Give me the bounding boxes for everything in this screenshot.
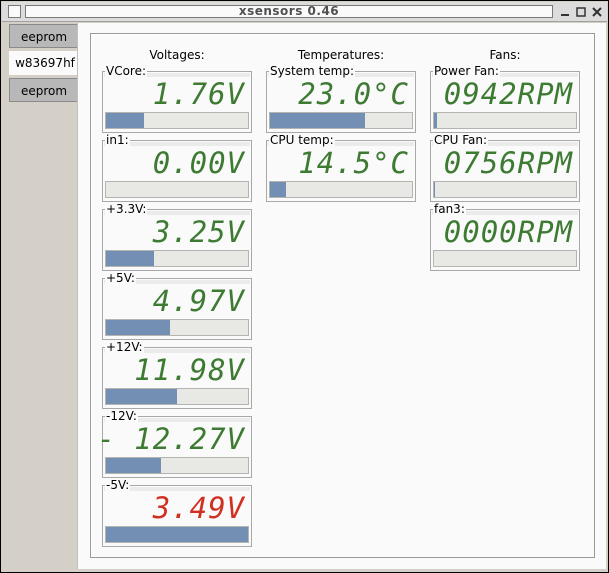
voltage-sensor: +3.3V: 3.25V bbox=[102, 202, 252, 271]
sensor-level-bar bbox=[269, 112, 413, 129]
sensor-lcd-readout: 4.97V bbox=[152, 284, 245, 318]
sensor-label: CPU temp: bbox=[269, 133, 335, 147]
sensor-lcd-readout: 0942RPM bbox=[443, 77, 573, 111]
sensor-label: Power Fan: bbox=[433, 64, 500, 78]
fan-sensor: Power Fan: 0942RPM bbox=[430, 64, 580, 133]
fans-header: Fans: bbox=[489, 48, 521, 62]
sensor-level-bar bbox=[433, 112, 577, 129]
xsensors-window: xsensors 0.46 eeprom w83697hf eeprom Vol… bbox=[0, 0, 609, 573]
voltage-sensor: -5V: 3.49V bbox=[102, 478, 252, 547]
sensor-level-fill bbox=[106, 251, 155, 266]
sensor-lcd-readout: 23.0°C bbox=[298, 77, 409, 111]
sensor-level-fill bbox=[270, 113, 366, 128]
sensor-lcd-readout: 0.00V bbox=[152, 146, 245, 180]
sensor-label: +3.3V: bbox=[105, 202, 148, 216]
close-icon bbox=[592, 7, 602, 17]
title-bar[interactable]: xsensors 0.46 bbox=[2, 2, 607, 22]
sensor-level-bar bbox=[105, 319, 249, 336]
tab-eeprom-2[interactable]: eeprom bbox=[9, 78, 79, 102]
window-menu-button[interactable] bbox=[8, 5, 21, 18]
sensor-level-fill bbox=[106, 320, 170, 335]
sensor-level-fill bbox=[106, 113, 145, 128]
sensor-level-bar bbox=[433, 181, 577, 198]
sensor-level-bar bbox=[433, 250, 577, 267]
sensor-lcd-readout: 3.25V bbox=[152, 215, 245, 249]
maximize-icon bbox=[576, 7, 586, 17]
sensor-panel: Voltages: Temperatures: Fans: VCore: 1.76… bbox=[77, 23, 606, 569]
tab-eeprom-1[interactable]: eeprom bbox=[9, 24, 79, 48]
voltage-sensor: +5V: 4.97V bbox=[102, 271, 252, 340]
sensor-frame: Voltages: Temperatures: Fans: VCore: 1.76… bbox=[90, 33, 595, 558]
sensor-lcd-readout: - 12.27V bbox=[97, 422, 245, 456]
sensor-lcd-readout: 1.76V bbox=[152, 77, 245, 111]
voltage-sensor: +12V: 11.98V bbox=[102, 340, 252, 409]
sensor-level-fill bbox=[106, 527, 248, 542]
sensor-label: +12V: bbox=[105, 340, 144, 354]
chip-tabs: eeprom w83697hf eeprom bbox=[5, 23, 81, 568]
close-button[interactable] bbox=[590, 4, 604, 19]
window-title: xsensors 0.46 bbox=[25, 5, 553, 18]
sensor-level-fill bbox=[434, 182, 436, 197]
voltage-sensor: -12V: - 12.27V bbox=[97, 409, 252, 478]
sensor-label: System temp: bbox=[269, 64, 355, 78]
sensor-label: -5V: bbox=[105, 478, 131, 492]
tab-w83697hf[interactable]: w83697hf bbox=[9, 51, 81, 75]
maximize-button[interactable] bbox=[574, 4, 588, 19]
sensor-level-bar bbox=[105, 457, 249, 474]
fan-sensor: fan3: 0000RPM bbox=[430, 202, 580, 271]
voltage-sensor: VCore: 1.76V bbox=[102, 64, 252, 133]
minimize-button[interactable] bbox=[558, 4, 572, 19]
sensor-lcd-readout: 11.98V bbox=[134, 353, 245, 387]
temperature-sensor: CPU temp: 14.5°C bbox=[266, 133, 416, 202]
sensor-label: in1: bbox=[105, 133, 130, 147]
sensor-level-bar bbox=[105, 388, 249, 405]
sensor-label: +5V: bbox=[105, 271, 136, 285]
sensor-label: VCore: bbox=[105, 64, 148, 78]
voltage-sensor: in1: 0.00V bbox=[102, 133, 252, 202]
sensor-level-fill bbox=[106, 389, 177, 404]
sensor-lcd-readout: 14.5°C bbox=[298, 146, 409, 180]
sensor-label: fan3: bbox=[433, 202, 466, 216]
sensor-level-bar bbox=[105, 112, 249, 129]
sensor-lcd-readout: 3.49V bbox=[152, 491, 245, 525]
sensor-level-bar bbox=[269, 181, 413, 198]
minimize-icon bbox=[561, 14, 569, 16]
sensor-level-fill bbox=[106, 458, 162, 473]
sensor-lcd-readout: 0756RPM bbox=[443, 146, 573, 180]
sensor-lcd-readout: 0000RPM bbox=[443, 215, 573, 249]
voltages-header: Voltages: bbox=[149, 48, 205, 62]
sensor-level-fill bbox=[434, 113, 437, 128]
sensor-level-bar bbox=[105, 181, 249, 198]
temperatures-header: Temperatures: bbox=[297, 48, 385, 62]
sensor-label: -12V: bbox=[105, 409, 138, 423]
sensor-level-bar bbox=[105, 526, 249, 543]
sensor-level-fill bbox=[270, 182, 286, 197]
fan-sensor: CPU Fan: 0756RPM bbox=[430, 133, 580, 202]
sensor-level-bar bbox=[105, 250, 249, 267]
sensor-label: CPU Fan: bbox=[433, 133, 489, 147]
temperature-sensor: System temp: 23.0°C bbox=[266, 64, 416, 133]
